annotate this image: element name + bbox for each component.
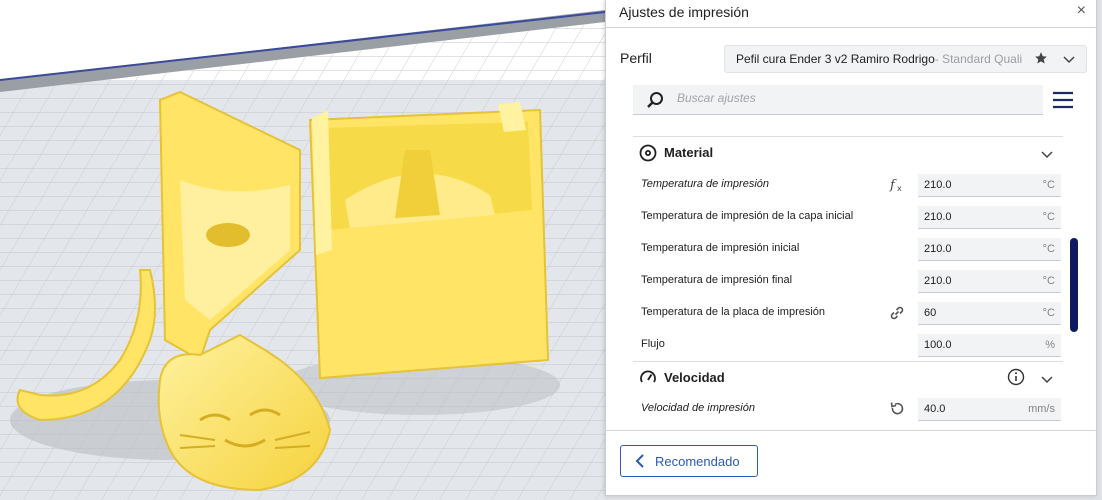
category-velocidad[interactable]: Velocidad: [633, 361, 1063, 393]
setting-row: Temperatura de impresión final 210.0 °C: [633, 265, 1063, 297]
settings-list[interactable]: Material Temperatura de impresión fx 210…: [633, 136, 1063, 431]
setting-field[interactable]: 40.0 mm/s: [918, 398, 1061, 421]
setting-label: Flujo: [641, 338, 665, 350]
hamburger-menu-icon[interactable]: [1052, 90, 1074, 115]
setting-value: 60: [924, 307, 937, 319]
setting-value: 210.0: [924, 211, 952, 223]
setting-unit: °C: [1042, 307, 1055, 319]
search-icon: [646, 91, 664, 114]
setting-row: Temperatura de la placa de impresión 60 …: [633, 297, 1063, 329]
setting-label: Temperatura de impresión inicial: [641, 242, 800, 254]
svg-text:x: x: [897, 184, 902, 193]
setting-label: Temperatura de impresión final: [641, 274, 793, 286]
print-settings-panel: Ajustes de impresión × Perfil Pefil cura…: [605, 0, 1097, 496]
setting-value: 100.0: [924, 339, 952, 351]
setting-value: 210.0: [924, 179, 952, 191]
category-title: Material: [664, 145, 714, 160]
chevron-down-icon[interactable]: [1063, 54, 1075, 68]
setting-row: Velocidad de impresión 40.0 mm/s: [633, 393, 1063, 425]
recommended-label: Recomendado: [655, 453, 740, 469]
setting-row: Temperatura de impresión inicial 210.0 °…: [633, 233, 1063, 265]
setting-unit: %: [1045, 339, 1055, 351]
setting-row: Temperatura de impresión fx 210.0 °C: [633, 169, 1063, 201]
title-divider: [606, 27, 1096, 28]
search-box[interactable]: [633, 85, 1043, 115]
profile-dropdown[interactable]: Pefil cura Ender 3 v2 Ramiro Rodrigo - S…: [724, 45, 1087, 73]
setting-unit: °C: [1042, 243, 1055, 255]
chevron-down-icon[interactable]: [1041, 147, 1053, 165]
footer-divider: [606, 430, 1096, 431]
recommended-button[interactable]: Recomendado: [620, 445, 758, 477]
build-plate-scene: [0, 0, 605, 500]
setting-unit: mm/s: [1028, 403, 1055, 415]
setting-label: Velocidad de impresión: [641, 402, 755, 414]
setting-field[interactable]: 210.0 °C: [918, 270, 1061, 293]
category-material[interactable]: Material: [633, 137, 1063, 169]
chevron-left-icon: [635, 454, 644, 468]
setting-value: 40.0: [924, 403, 946, 415]
bottom-toolbar-peek: [605, 494, 1102, 500]
scrollbar[interactable]: [1070, 238, 1078, 332]
reset-icon[interactable]: [888, 400, 906, 423]
setting-unit: °C: [1042, 275, 1055, 287]
setting-row: Flujo 100.0 %: [633, 329, 1063, 361]
setting-unit: °C: [1042, 179, 1055, 191]
star-icon[interactable]: [1034, 51, 1048, 68]
function-fx-icon: fx: [888, 176, 906, 199]
category-title: Velocidad: [664, 370, 725, 385]
setting-field[interactable]: 210.0 °C: [918, 206, 1061, 229]
material-spool-icon: [639, 144, 657, 167]
close-icon[interactable]: ×: [1077, 2, 1086, 20]
profile-quality: - Standard Quali...: [934, 52, 1023, 66]
panel-title: Ajustes de impresión: [619, 4, 749, 20]
setting-label: Temperatura de impresión de la capa inic…: [641, 210, 854, 222]
setting-field[interactable]: 210.0 °C: [918, 238, 1061, 261]
search-input[interactable]: [677, 91, 1017, 105]
setting-label: Temperatura de la placa de impresión: [641, 306, 826, 318]
setting-field[interactable]: 100.0 %: [918, 334, 1061, 357]
setting-label: Temperatura de impresión: [641, 178, 769, 190]
setting-value: 210.0: [924, 243, 952, 255]
profile-label: Perfil: [620, 50, 652, 66]
speed-gauge-icon: [639, 369, 657, 392]
link-icon[interactable]: [888, 304, 906, 327]
setting-field[interactable]: 60 °C: [918, 302, 1061, 325]
chevron-down-icon[interactable]: [1041, 372, 1053, 390]
setting-field[interactable]: 210.0 °C: [918, 174, 1061, 197]
profile-name: Pefil cura Ender 3 v2 Ramiro Rodrigo: [736, 52, 935, 66]
svg-text:f: f: [889, 178, 897, 193]
info-icon[interactable]: [1007, 368, 1025, 391]
setting-value: 210.0: [924, 275, 952, 287]
setting-row: Temperatura de impresión de la capa inic…: [633, 201, 1063, 233]
setting-unit: °C: [1042, 211, 1055, 223]
